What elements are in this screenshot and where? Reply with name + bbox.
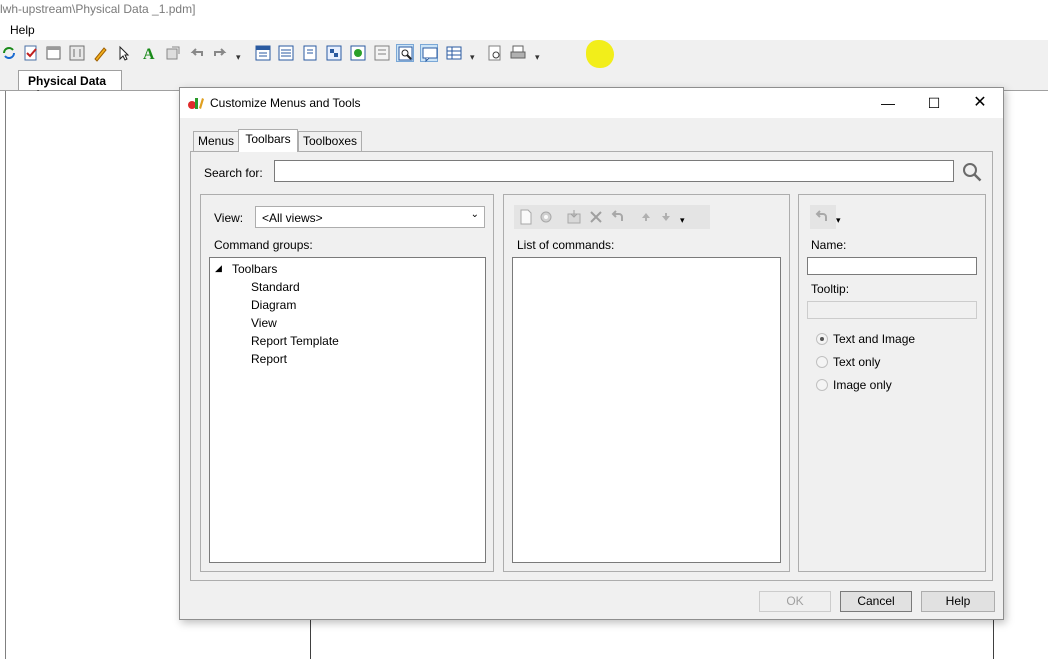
radio-label-text-and-image: Text and Image [833,332,916,346]
check-model-icon[interactable] [22,44,40,62]
tree-item-standard[interactable]: Standard [251,280,300,294]
chevron-down-icon: ⌄ [470,209,479,220]
close-icon[interactable]: ✕ [957,88,1003,118]
command-groups-label: Command groups: [214,238,313,252]
document-tab[interactable]: Physical Data _1 [18,70,122,102]
radio-label-image-only: Image only [833,378,892,392]
move-down-icon[interactable] [658,209,674,225]
tree-item-report[interactable]: Report [251,352,287,366]
package-icon[interactable] [349,44,367,62]
search-icon[interactable] [962,162,982,182]
tab-menus[interactable]: Menus [193,131,239,151]
move-up-icon[interactable] [638,209,654,225]
grid-icon[interactable] [445,44,463,62]
tree-item-report-template[interactable]: Report Template [251,334,339,348]
find-icon[interactable] [396,44,414,62]
tree-item-diagram[interactable]: Diagram [251,298,296,312]
list-of-commands-label: List of commands: [517,238,615,252]
command-groups-tree[interactable]: ◢ Toolbars Standard Diagram View Report … [209,257,486,563]
import-icon[interactable] [566,209,582,225]
collapse-triangle-icon[interactable]: ◢ [215,263,222,274]
ok-button[interactable]: OK [759,591,831,612]
chevron-down-icon[interactable]: ▾ [470,52,478,62]
reference-icon[interactable] [325,44,343,62]
redo-icon[interactable] [211,44,229,62]
properties-icon[interactable] [538,209,554,225]
text-tool-icon[interactable]: A [140,44,158,62]
undo-icon[interactable] [610,209,626,225]
diagram-line [310,620,311,659]
maximize-icon[interactable]: ☐ [911,88,957,118]
help-button[interactable]: Help [921,591,995,612]
highlight-marker [586,40,614,68]
compare-icon[interactable] [68,44,86,62]
table-icon[interactable] [254,44,272,62]
new-document-icon[interactable] [518,209,534,225]
cancel-button[interactable]: Cancel [840,591,912,612]
main-toolbar: A ▾ ▾ ▾ [0,40,1048,69]
tree-item-toolbars[interactable]: Toolbars [232,262,277,276]
commands-list[interactable] [512,257,781,563]
procedure-icon[interactable] [301,44,319,62]
diagram-line [993,620,994,659]
delete-icon[interactable] [588,209,604,225]
name-label: Name: [811,238,847,252]
copy-icon[interactable] [164,44,182,62]
customize-dialog: Customize Menus and Tools — ☐ ✕ Menus To… [179,87,1004,620]
app-title-bar: lwh-upstream\Physical Data _1.pdm] [0,0,1048,20]
view-icon[interactable] [277,44,295,62]
chevron-down-icon[interactable]: ▾ [680,215,696,231]
app-logo-icon [188,96,204,110]
domain-icon[interactable] [373,44,391,62]
view-select-value: <All views> [262,211,323,225]
radio-text-and-image[interactable] [816,333,828,345]
print-icon[interactable] [509,44,527,62]
chevron-down-icon[interactable]: ▾ [535,52,543,62]
name-field[interactable] [807,257,977,275]
dialog-title: Customize Menus and Tools [210,96,361,110]
tab-toolboxes[interactable]: Toolboxes [298,131,362,151]
commands-toolbar: ▾ [514,205,710,229]
dialog-title-bar: Customize Menus and Tools — ☐ ✕ [180,88,1003,118]
tooltip-field[interactable] [807,301,977,319]
minimize-icon[interactable]: — [865,88,911,118]
tree-item-view[interactable]: View [251,316,277,330]
app-title: lwh-upstream\Physical Data _1.pdm] [0,2,196,16]
properties-toolbar: ▾ [810,205,841,229]
radio-image-only[interactable] [816,379,828,391]
chevron-down-icon[interactable]: ▾ [236,52,244,62]
view-select[interactable]: <All views> ⌄ [255,206,485,228]
print-preview-icon[interactable] [486,44,504,62]
tab-toolbars[interactable]: Toolbars [238,129,298,152]
undo-icon[interactable] [188,44,206,62]
undo-icon[interactable] [814,209,830,225]
view-label: View: [214,211,244,225]
window-icon[interactable] [45,44,63,62]
brush-icon[interactable] [92,44,110,62]
menu-help[interactable]: Help [10,23,35,37]
refresh-icon[interactable] [0,44,18,62]
radio-label-text-only: Text only [833,355,881,369]
comment-icon[interactable] [420,44,438,63]
search-input[interactable] [274,160,954,182]
tooltip-label: Tooltip: [811,282,850,296]
arrow-tool-icon[interactable] [116,44,134,62]
search-label: Search for: [204,166,263,180]
radio-text-only[interactable] [816,356,828,368]
chevron-down-icon[interactable]: ▾ [836,215,844,231]
menu-bar: Help [0,20,1048,40]
svg-text:A: A [143,46,155,62]
